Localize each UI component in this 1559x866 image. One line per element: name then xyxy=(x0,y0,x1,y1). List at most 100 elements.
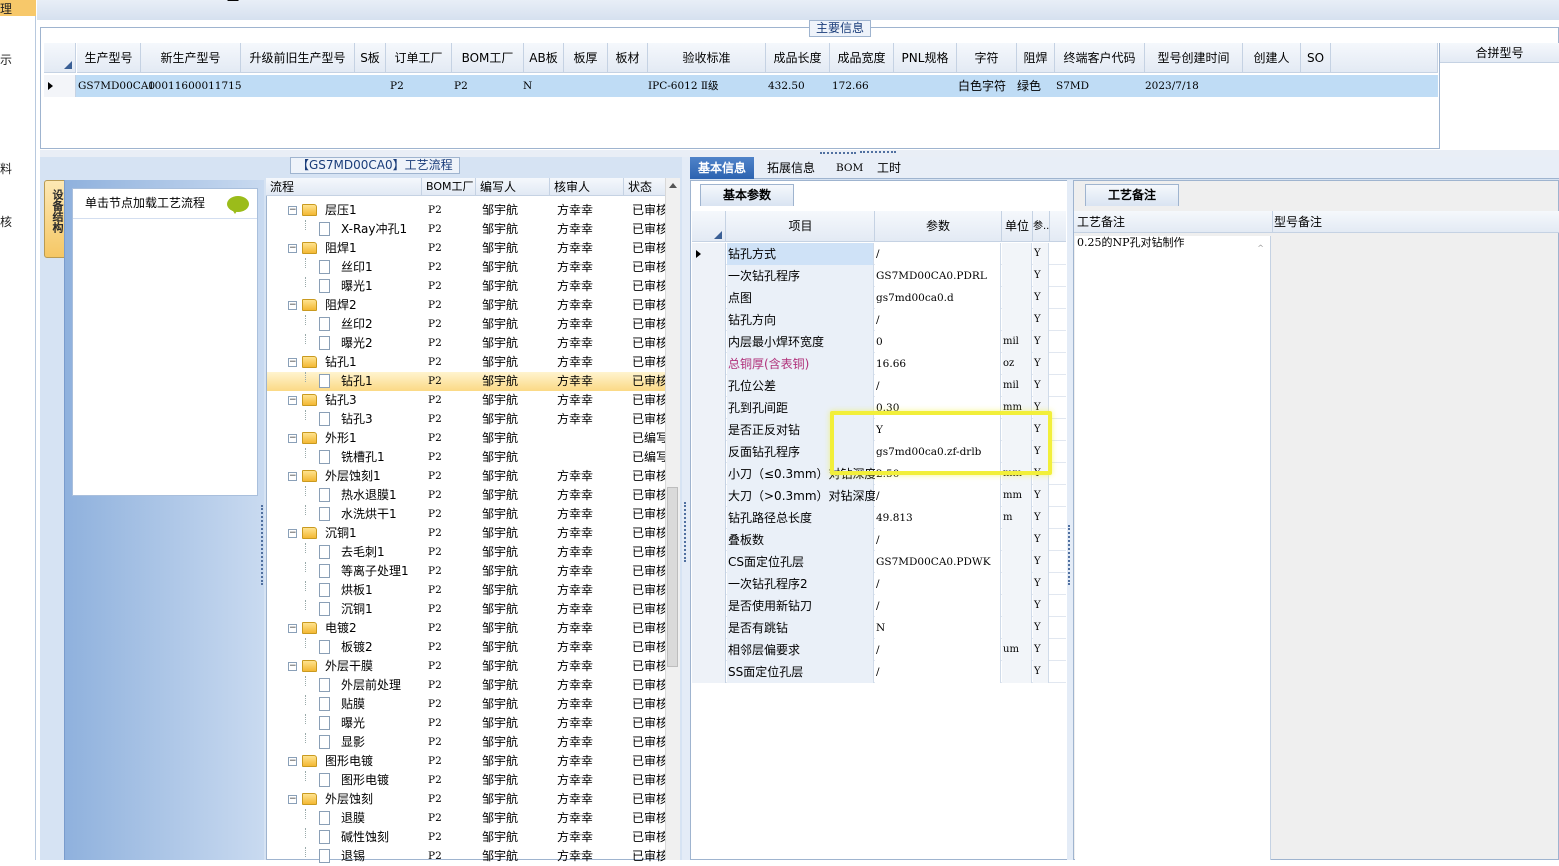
process-remark-cell[interactable]: 0.25的NP孔对钻制作 ^ xyxy=(1075,236,1271,860)
scroll-up-icon[interactable] xyxy=(669,183,677,188)
flow-row[interactable]: − 外层蚀刻 P2 邹宇航 方幸幸 已审核 xyxy=(267,790,665,809)
param-row[interactable]: 钻孔方式 / Y xyxy=(692,243,1066,265)
collapse-icon[interactable]: − xyxy=(288,795,297,804)
main-col-14[interactable]: 阻焊 xyxy=(1017,43,1055,73)
collapse-icon[interactable]: − xyxy=(288,206,297,215)
row-header[interactable] xyxy=(692,331,726,353)
flow-row[interactable]: 烘板1 P2 邹宇航 方幸幸 已审核 xyxy=(267,581,665,600)
flow-row[interactable]: 贴膜 P2 邹宇航 方幸幸 已审核 xyxy=(267,695,665,714)
flow-col-name[interactable]: 流程 xyxy=(266,178,422,196)
tab-work-hours[interactable]: 工时 xyxy=(869,157,909,179)
main-col-17[interactable]: 创建人 xyxy=(1243,43,1301,73)
main-col-4[interactable]: 订单工厂 xyxy=(386,43,452,73)
flow-row[interactable]: − 电镀2 P2 邹宇航 方幸幸 已审核 xyxy=(267,619,665,638)
param-row[interactable]: 钻孔方向 / Y xyxy=(692,309,1066,331)
flow-col-reviewer[interactable]: 核审人 xyxy=(550,178,624,196)
flow-row[interactable]: 曝光1 P2 邹宇航 方幸幸 已审核 xyxy=(267,277,665,296)
flow-row[interactable]: 丝印2 P2 邹宇航 方幸幸 已审核 xyxy=(267,315,665,334)
main-col-18[interactable]: SO xyxy=(1301,43,1331,73)
flow-row[interactable]: − 沉铜1 P2 邹宇航 方幸幸 已审核 xyxy=(267,524,665,543)
collapse-icon[interactable]: − xyxy=(288,244,297,253)
main-col-13[interactable]: 字符 xyxy=(957,43,1017,73)
params-col-flag[interactable]: 参... xyxy=(1033,211,1050,242)
load-flow-hint[interactable]: 单击节点加载工艺流程 xyxy=(73,189,257,219)
scroll-up-icon[interactable]: ^ xyxy=(1257,242,1264,256)
flow-row[interactable]: 热水退膜1 P2 邹宇航 方幸幸 已审核 xyxy=(267,486,665,505)
param-row[interactable]: 叠板数 / Y xyxy=(692,529,1066,551)
param-value[interactable]: / xyxy=(875,661,1001,683)
row-header[interactable] xyxy=(692,397,726,419)
flow-row[interactable]: 钻孔3 P2 邹宇航 方幸幸 已审核 xyxy=(267,410,665,429)
collapse-icon[interactable]: − xyxy=(288,662,297,671)
main-col-15[interactable]: 终端客户代码 xyxy=(1055,43,1145,73)
param-value[interactable]: / xyxy=(875,309,1001,331)
remark-group-tab[interactable]: 工艺备注 xyxy=(1085,184,1180,206)
param-value[interactable]: GS7MD00CA0.PDRL xyxy=(875,265,1001,287)
nav-item-1[interactable]: 理 xyxy=(0,0,12,17)
remark-col-model[interactable]: 型号备注 xyxy=(1274,211,1322,233)
param-value[interactable]: 16.66 xyxy=(875,353,1001,375)
flow-row[interactable]: − 图形电镀 P2 邹宇航 方幸幸 已审核 xyxy=(267,752,665,771)
flow-row[interactable]: − 层压1 P2 邹宇航 方幸幸 已审核 xyxy=(267,201,665,220)
row-header[interactable] xyxy=(692,507,726,529)
flow-row[interactable]: X-Ray冲孔1 P2 邹宇航 方幸幸 已审核 xyxy=(267,220,665,239)
flow-row[interactable]: 显影 P2 邹宇航 方幸幸 已审核 xyxy=(267,733,665,752)
row-header[interactable] xyxy=(692,419,726,441)
row-header[interactable] xyxy=(692,265,726,287)
collapse-icon[interactable]: − xyxy=(288,301,297,310)
param-row[interactable]: 孔位公差 / mil Y xyxy=(692,375,1066,397)
param-value[interactable]: / xyxy=(875,639,1001,661)
flow-row[interactable]: 等离子处理1 P2 邹宇航 方幸幸 已审核 xyxy=(267,562,665,581)
param-row[interactable]: SS面定位孔层 / Y xyxy=(692,661,1066,683)
collapse-icon[interactable]: − xyxy=(288,358,297,367)
device-structure-tab[interactable]: 设备结构 xyxy=(44,180,66,258)
basic-params-group-tab[interactable]: 基本参数 xyxy=(700,184,795,206)
flow-row[interactable]: 退膜 P2 邹宇航 方幸幸 已审核 xyxy=(267,809,665,828)
row-header[interactable] xyxy=(692,573,726,595)
param-row[interactable]: 大刀（>0.3mm）对钻深度 / mm Y xyxy=(692,485,1066,507)
param-value[interactable]: gs7md00ca0.d xyxy=(875,287,1001,309)
row-header[interactable] xyxy=(692,463,726,485)
param-row[interactable]: CS面定位孔层 GS7MD00CA0.PDWK Y xyxy=(692,551,1066,573)
tab-basic-info[interactable]: 基本信息 xyxy=(690,157,755,179)
vertical-splitter[interactable] xyxy=(682,157,690,860)
param-row[interactable]: 总铜厚(含表铜) 16.66 oz Y xyxy=(692,353,1066,375)
main-col-5[interactable]: BOM工厂 xyxy=(452,43,524,73)
flow-row[interactable]: 水洗烘干1 P2 邹宇航 方幸幸 已审核 xyxy=(267,505,665,524)
main-col-9[interactable]: 验收标准 xyxy=(648,43,766,73)
flow-row[interactable]: − 外层蚀刻1 P2 邹宇航 方幸幸 已审核 xyxy=(267,467,665,486)
nav-item-3[interactable]: 料 xyxy=(0,160,12,177)
nav-item-2[interactable]: 示 xyxy=(0,51,12,68)
param-row[interactable]: 一次钻孔程序 GS7MD00CA0.PDRL Y xyxy=(692,265,1066,287)
flow-row[interactable]: 退锡 P2 邹宇航 方幸幸 已审核 xyxy=(267,847,665,866)
param-value[interactable]: / xyxy=(875,529,1001,551)
row-header[interactable] xyxy=(692,243,726,265)
flow-row[interactable]: 沉铜1 P2 邹宇航 方幸幸 已审核 xyxy=(267,600,665,619)
collapse-icon[interactable]: − xyxy=(288,757,297,766)
flow-row[interactable]: − 阻焊1 P2 邹宇航 方幸幸 已审核 xyxy=(267,239,665,258)
param-value[interactable]: N xyxy=(875,617,1001,639)
main-col-6[interactable]: AB板 xyxy=(524,43,564,73)
row-header[interactable] xyxy=(692,353,726,375)
main-col-12[interactable]: PNL规格 xyxy=(894,43,957,73)
param-row[interactable]: 相邻层偏要求 / um Y xyxy=(692,639,1066,661)
main-col-3[interactable]: S板 xyxy=(355,43,386,73)
row-header[interactable] xyxy=(692,485,726,507)
flow-row[interactable]: 铣槽孔1 P2 邹宇航 已编写 xyxy=(267,448,665,467)
row-header[interactable] xyxy=(692,617,726,639)
flow-row[interactable]: − 钻孔3 P2 邹宇航 方幸幸 已审核 xyxy=(267,391,665,410)
flow-row[interactable]: − 钻孔1 P2 邹宇航 方幸幸 已审核 xyxy=(267,353,665,372)
row-header[interactable] xyxy=(692,595,726,617)
remark-col-process[interactable]: 工艺备注 xyxy=(1077,211,1273,233)
main-col-1[interactable]: 新生产型号 xyxy=(141,43,241,73)
flow-row[interactable]: 曝光 P2 邹宇航 方幸幸 已审核 xyxy=(267,714,665,733)
main-col-8[interactable]: 板材 xyxy=(608,43,648,73)
param-row[interactable]: 钻孔路径总长度 49.813 m Y xyxy=(692,507,1066,529)
param-value[interactable]: / xyxy=(875,485,1001,507)
param-value[interactable]: 0 xyxy=(875,331,1001,353)
params-col-unit[interactable]: 单位 xyxy=(1002,211,1033,242)
param-value[interactable]: / xyxy=(875,243,1001,265)
flow-col-bom[interactable]: BOM工厂 xyxy=(422,178,476,196)
flow-row[interactable]: − 外层干膜 P2 邹宇航 方幸幸 已审核 xyxy=(267,657,665,676)
flow-col-status[interactable]: 状态 xyxy=(624,178,666,196)
